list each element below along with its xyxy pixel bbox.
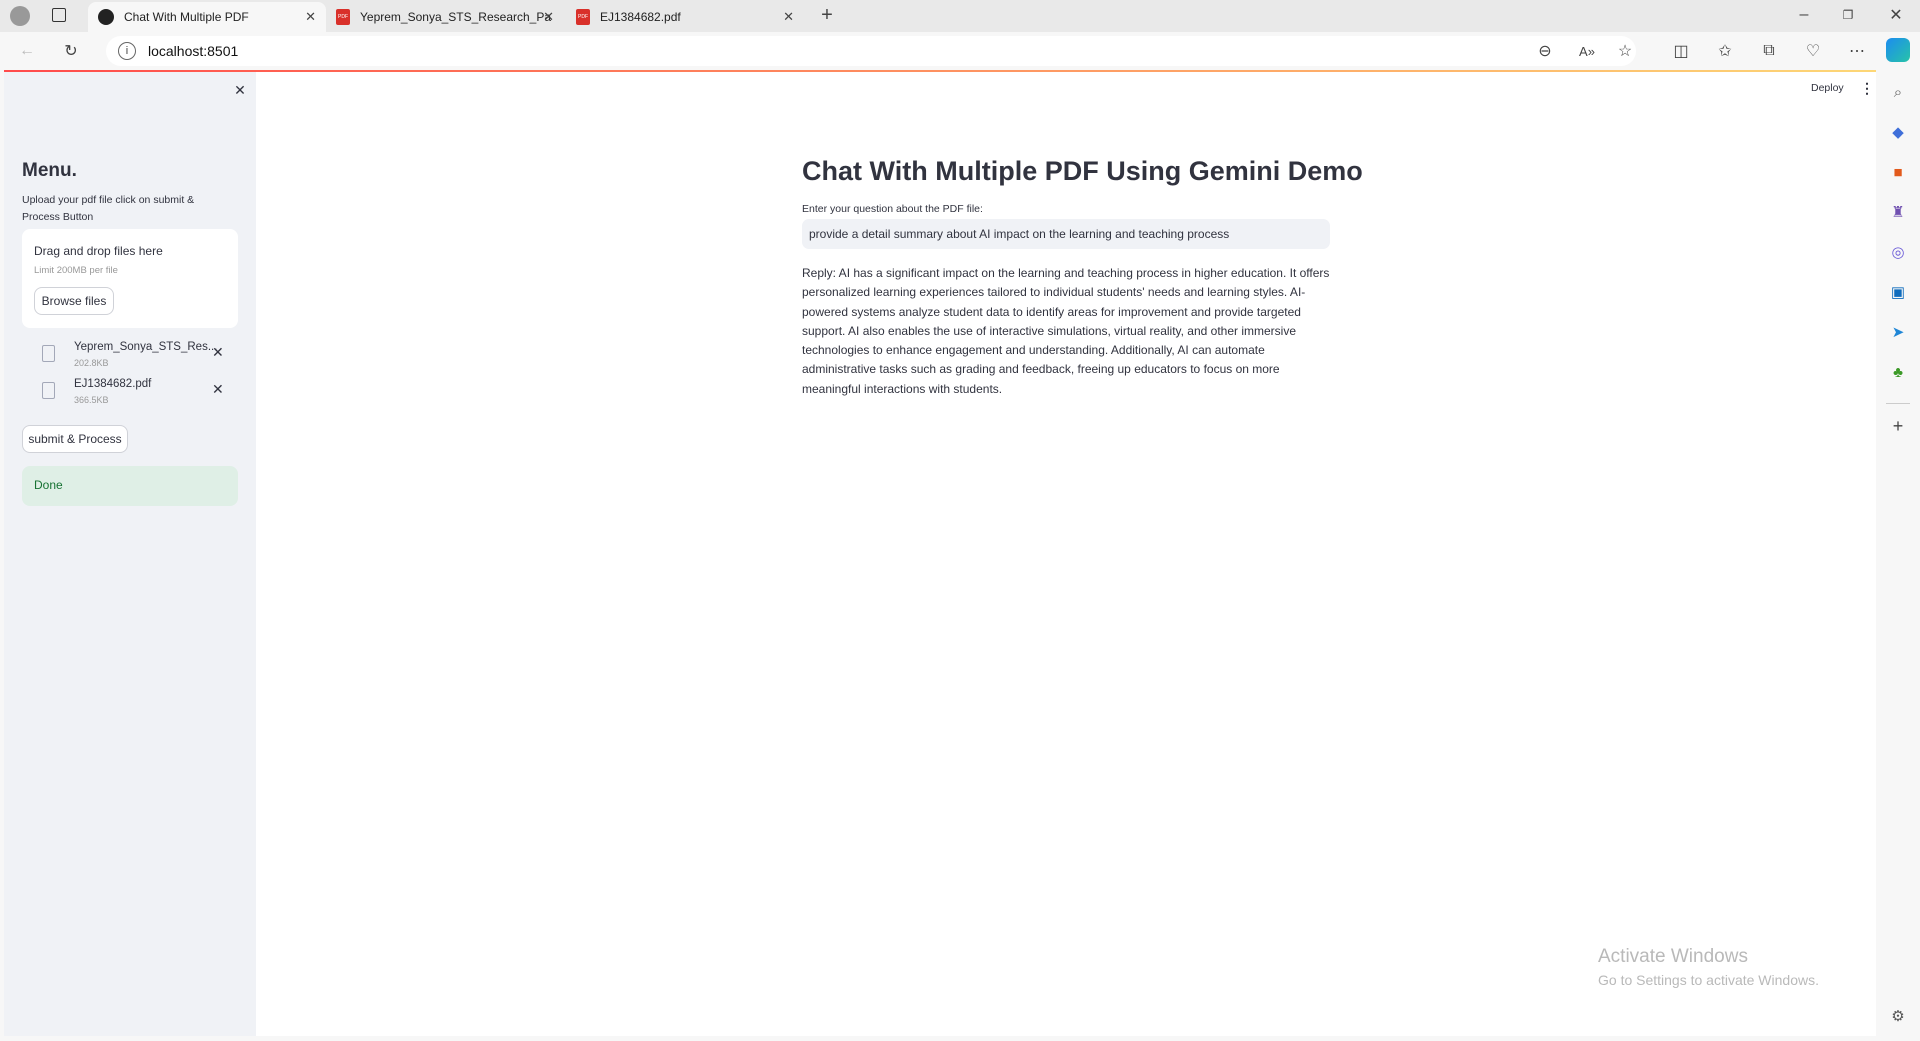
sidebar-instructions: Upload your pdf file click on submit & P… xyxy=(22,194,195,223)
url-text: localhost:8501 xyxy=(148,43,239,59)
close-tab-icon[interactable]: ✕ xyxy=(305,9,316,25)
limit-text: Limit 200MB per file xyxy=(34,265,118,276)
site-info-icon[interactable]: i xyxy=(118,42,136,60)
address-bar-row: ← ↻ i localhost:8501 ⊖ A» ☆ ◫ ✩ ⧉ ♡ ⋯ xyxy=(0,32,1920,70)
games-icon[interactable]: ♜ xyxy=(1888,202,1908,222)
tab-title: EJ1384682.pdf xyxy=(600,10,681,24)
settings-icon[interactable]: ⚙ xyxy=(1888,1006,1908,1026)
status-success: Done xyxy=(22,466,238,506)
file-name: Yeprem_Sonya_STS_Res... xyxy=(74,341,218,353)
restore-icon[interactable]: ❐ xyxy=(1838,4,1858,26)
page-title: Chat With Multiple PDF Using Gemini Demo xyxy=(802,156,1363,186)
tab-pdf-1[interactable]: PDF Yeprem_Sonya_STS_Research_Pa ✕ xyxy=(326,2,564,32)
close-sidebar-icon[interactable]: ✕ xyxy=(230,80,250,100)
sidebar-title: Menu. xyxy=(22,160,77,181)
shopping-tag-icon[interactable]: ◆ xyxy=(1888,122,1908,142)
browser-essentials-icon[interactable]: ♡ xyxy=(1802,40,1824,62)
remove-file-icon[interactable]: ✕ xyxy=(212,381,224,398)
refresh-icon[interactable]: ↻ xyxy=(60,40,82,62)
browse-files-button[interactable]: Browse files xyxy=(34,287,114,315)
tab-pdf-2[interactable]: PDF EJ1384682.pdf ✕ xyxy=(566,2,804,32)
add-icon[interactable]: + xyxy=(1888,416,1908,436)
watermark-title: Activate Windows xyxy=(1598,946,1748,967)
watermark-subtitle: Go to Settings to activate Windows. xyxy=(1598,972,1819,988)
pdf-icon: PDF xyxy=(336,9,350,25)
close-window-icon[interactable]: ✕ xyxy=(1886,4,1906,26)
file-icon xyxy=(42,345,55,362)
uploaded-file-item: Yeprem_Sonya_STS_Res... 202.8KB ✕ xyxy=(22,337,238,373)
remove-file-icon[interactable]: ✕ xyxy=(212,344,224,361)
deploy-button[interactable]: Deploy xyxy=(1811,82,1844,94)
uploaded-file-item: EJ1384682.pdf 366.5KB ✕ xyxy=(22,374,238,410)
url-input[interactable]: i localhost:8501 ⊖ A» ☆ xyxy=(106,36,1636,66)
tab-title: Chat With Multiple PDF xyxy=(124,10,249,24)
copilot-icon[interactable] xyxy=(1886,38,1910,62)
close-tab-icon[interactable]: ✕ xyxy=(783,9,794,25)
close-tab-icon[interactable]: ✕ xyxy=(543,9,554,25)
outlook-icon[interactable]: ▣ xyxy=(1888,282,1908,302)
question-input[interactable]: provide a detail summary about AI impact… xyxy=(802,219,1330,249)
streamlit-icon xyxy=(98,9,114,25)
file-size: 366.5KB xyxy=(74,395,109,405)
split-screen-icon[interactable]: ◫ xyxy=(1670,40,1692,62)
tools-icon[interactable]: ■ xyxy=(1888,162,1908,182)
sidebar: ✕ Menu. Upload your pdf file click on su… xyxy=(4,72,256,1036)
file-size: 202.8KB xyxy=(74,358,109,368)
question-value: provide a detail summary about AI impact… xyxy=(809,227,1230,241)
question-label: Enter your question about the PDF file: xyxy=(802,203,983,215)
edge-sidebar: ⌕ ◆ ■ ♜ ◎ ▣ ➤ ♣ + ⚙ xyxy=(1876,70,1920,1041)
zoom-out-icon[interactable]: ⊖ xyxy=(1536,42,1554,60)
search-icon[interactable]: ⌕ xyxy=(1888,82,1908,102)
microsoft365-icon[interactable]: ◎ xyxy=(1888,242,1908,262)
profile-icon[interactable] xyxy=(10,6,30,26)
file-name: EJ1384682.pdf xyxy=(74,378,152,390)
pdf-icon: PDF xyxy=(576,9,590,25)
tab-bar: Chat With Multiple PDF ✕ PDF Yeprem_Sony… xyxy=(0,0,1920,32)
tree-icon[interactable]: ♣ xyxy=(1888,362,1908,382)
tab-actions-icon[interactable] xyxy=(52,8,66,22)
tab-title: Yeprem_Sonya_STS_Research_Pa xyxy=(360,10,552,24)
main-menu-icon[interactable]: ⋮ xyxy=(1860,80,1874,97)
telegram-icon[interactable]: ➤ xyxy=(1888,322,1908,342)
file-icon xyxy=(42,382,55,399)
back-icon[interactable]: ← xyxy=(16,40,38,62)
minimize-icon[interactable]: – xyxy=(1794,4,1814,26)
collections-icon[interactable]: ⧉ xyxy=(1758,40,1780,62)
submit-process-button[interactable]: submit & Process xyxy=(22,425,128,453)
tab-chat[interactable]: Chat With Multiple PDF ✕ xyxy=(88,2,326,32)
file-uploader-dropzone[interactable]: Drag and drop files here Limit 200MB per… xyxy=(22,229,238,328)
drop-text: Drag and drop files here xyxy=(34,244,163,258)
new-tab-icon[interactable]: + xyxy=(816,4,838,26)
main-content: Deploy ⋮ Chat With Multiple PDF Using Ge… xyxy=(256,72,1876,1036)
reply-text: Reply: AI has a significant impact on th… xyxy=(802,266,1330,396)
divider xyxy=(1886,403,1910,404)
more-icon[interactable]: ⋯ xyxy=(1846,40,1868,62)
favorite-star-icon[interactable]: ☆ xyxy=(1616,42,1634,60)
favorites-icon[interactable]: ✩ xyxy=(1714,40,1736,62)
streamlit-app: ✕ Menu. Upload your pdf file click on su… xyxy=(4,70,1876,1036)
read-aloud-icon[interactable]: A» xyxy=(1578,42,1596,60)
